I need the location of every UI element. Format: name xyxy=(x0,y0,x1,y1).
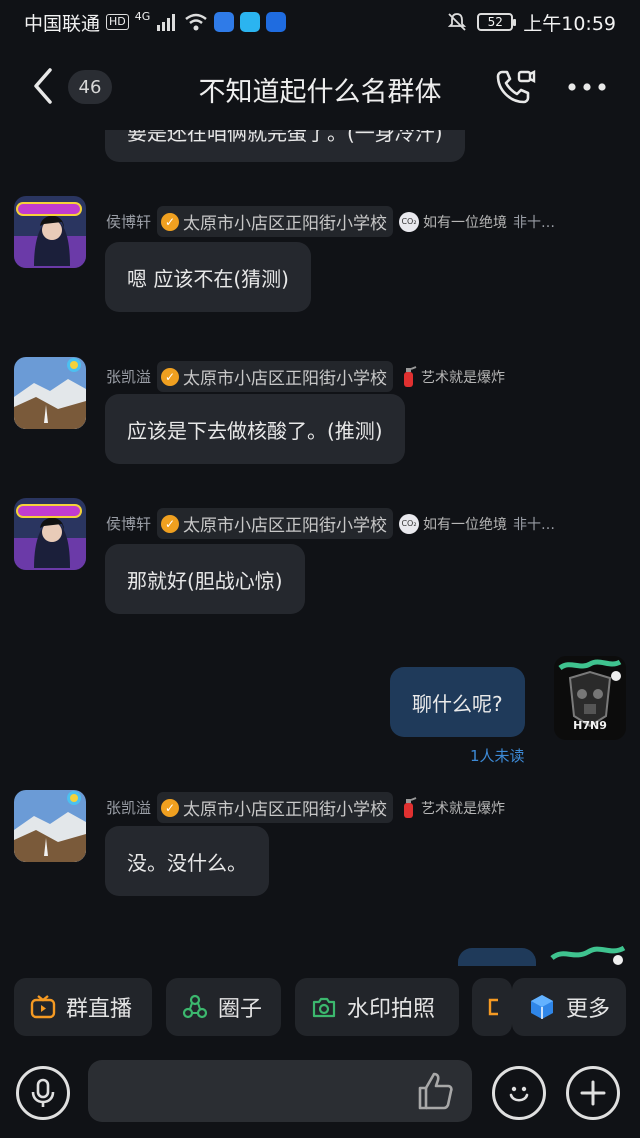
voice-button[interactable] xyxy=(16,1066,70,1120)
browser-app-icon xyxy=(240,12,261,32)
watermark-camera-button[interactable]: 水印拍照 xyxy=(295,978,459,1036)
self-avatar-partial[interactable] xyxy=(548,938,628,966)
signal-icon xyxy=(157,14,176,31)
honor-tag[interactable]: CO₂ 如有一位绝境 xyxy=(399,513,508,534)
sender-info: 张凯溢 ✓ 太原市小店区正阳街小学校 艺术就是爆炸 xyxy=(106,792,505,823)
group-live-button[interactable]: 群直播 xyxy=(14,978,152,1036)
message-bubble[interactable]: 要是还在咱俩就完蛋了。(一身冷汗) xyxy=(105,130,465,162)
co2-badge-icon: CO₂ xyxy=(399,513,420,534)
message-list[interactable]: 要是还在咱俩就完蛋了。(一身冷汗) 侯博轩 ✓ 太原市小店区正阳街小学校 CO₂ 如… xyxy=(0,130,640,966)
cube-icon xyxy=(531,995,553,1019)
carrier-label: 中国联通 xyxy=(24,12,101,35)
bulb-app-icon xyxy=(266,12,287,32)
honor-tag[interactable]: 艺术就是爆炸 xyxy=(399,796,506,819)
video-call-icon[interactable] xyxy=(494,66,536,108)
sender-info: 侯博轩 ✓ 太原市小店区正阳街小学校 CO₂ 如有一位绝境 非十… xyxy=(106,206,555,237)
honor-text: 如有一位绝境 xyxy=(423,214,508,231)
sender-info: 张凯溢 ✓ 太原市小店区正阳街小学校 艺术就是爆炸 xyxy=(106,361,505,392)
thumbs-up-icon[interactable] xyxy=(414,1070,456,1112)
message-bubble[interactable]: 应该是下去做核酸了。(推测) xyxy=(105,394,405,464)
school-tag[interactable]: ✓ 太原市小店区正阳街小学校 xyxy=(157,361,394,392)
sender-name[interactable]: 侯博轩 xyxy=(106,211,151,232)
verified-check-icon: ✓ xyxy=(161,367,180,386)
message-bubble[interactable]: 没。没什么。 xyxy=(105,826,269,896)
message-bubble-partial[interactable] xyxy=(458,948,536,966)
avatar[interactable] xyxy=(14,790,86,862)
sender-name[interactable]: 张凯溢 xyxy=(106,797,151,818)
school-name: 太原市小店区正阳街小学校 xyxy=(183,369,388,389)
camera-icon xyxy=(312,997,336,1018)
add-button[interactable] xyxy=(566,1066,620,1120)
honor-suffix: 非十… xyxy=(513,214,556,231)
verified-check-icon: ✓ xyxy=(161,212,180,231)
message-bubble[interactable]: 聊什么呢? xyxy=(390,667,525,737)
avatar[interactable] xyxy=(14,498,86,570)
verified-check-icon: ✓ xyxy=(161,798,180,817)
message-bubble[interactable]: 那就好(胆战心惊) xyxy=(105,544,305,614)
avatar-image-anime xyxy=(14,498,86,570)
avatar-image-landscape xyxy=(14,790,86,862)
battery-indicator: 52 xyxy=(477,13,517,31)
school-tag[interactable]: ✓ 太原市小店区正阳街小学校 xyxy=(157,206,394,237)
honor-text: 艺术就是爆炸 xyxy=(421,369,506,386)
school-tag[interactable]: ✓ 太原市小店区正阳街小学校 xyxy=(157,508,394,539)
toolbar-label: 群直播 xyxy=(66,997,133,1022)
emoji-button[interactable] xyxy=(492,1066,546,1120)
group-title[interactable]: 不知道起什么名群体 xyxy=(0,70,640,109)
partial-tool-button[interactable] xyxy=(472,978,512,1036)
more-options-icon[interactable] xyxy=(566,78,608,96)
toolbar-label: 圈子 xyxy=(218,997,263,1022)
honor-tag[interactable]: 艺术就是爆炸 xyxy=(399,365,506,388)
search-app-icon xyxy=(214,12,235,32)
school-name: 太原市小店区正阳街小学校 xyxy=(183,516,388,536)
chat-header: 46 不知道起什么名群体 xyxy=(0,44,640,130)
avatar[interactable] xyxy=(14,357,86,429)
message-bubble[interactable]: 嗯 应该不在(猜测) xyxy=(105,242,311,312)
hd-badge: HD xyxy=(106,14,129,30)
honor-tag[interactable]: CO₂ 如有一位绝境 xyxy=(399,211,508,232)
wifi-icon xyxy=(185,13,208,31)
avatar-image-landscape xyxy=(14,357,86,429)
partial-tool-icon xyxy=(488,998,498,1016)
circle-button[interactable]: 圈子 xyxy=(166,978,281,1036)
toolbar-label: 更多 xyxy=(566,997,611,1022)
sender-info: 侯博轩 ✓ 太原市小店区正阳街小学校 CO₂ 如有一位绝境 非十… xyxy=(106,508,555,539)
self-avatar[interactable]: H7N9 xyxy=(554,656,626,740)
school-name: 太原市小店区正阳街小学校 xyxy=(183,214,388,234)
co2-badge-icon: CO₂ xyxy=(399,211,420,232)
avatar[interactable] xyxy=(14,196,86,268)
smiley-icon xyxy=(509,1086,529,1102)
school-name: 太原市小店区正阳街小学校 xyxy=(183,800,388,820)
quick-action-bar: 群直播 圈子 水印拍照 更多 xyxy=(0,976,640,1040)
more-button[interactable]: 更多 xyxy=(512,978,626,1036)
circle-nodes-icon xyxy=(182,994,208,1019)
read-status[interactable]: 1人未读 xyxy=(470,745,525,766)
tv-icon xyxy=(30,995,56,1019)
honor-text: 如有一位绝境 xyxy=(423,516,508,533)
message-input-bar xyxy=(0,1050,640,1138)
toolbar-label: 水印拍照 xyxy=(347,997,436,1022)
clock: 上午10:59 xyxy=(523,12,616,35)
status-bar: 中国联通 HD 4G 52 上午10:59 xyxy=(0,0,640,44)
network-type: 4G xyxy=(134,9,151,23)
avatar-label: H7N9 xyxy=(573,719,607,732)
school-tag[interactable]: ✓ 太原市小店区正阳街小学校 xyxy=(157,792,394,823)
sender-name[interactable]: 侯博轩 xyxy=(106,513,151,534)
fire-extinguisher-icon xyxy=(404,365,417,387)
plus-icon xyxy=(580,1080,606,1106)
fire-extinguisher-icon xyxy=(404,796,417,818)
microphone-icon xyxy=(31,1078,55,1107)
avatar-image-anime xyxy=(14,196,86,268)
sender-name[interactable]: 张凯溢 xyxy=(106,366,151,387)
avatar-image-mask xyxy=(550,945,626,965)
mute-bell-icon xyxy=(448,13,467,31)
honor-text: 艺术就是爆炸 xyxy=(421,800,506,817)
honor-suffix: 非十… xyxy=(513,516,556,533)
verified-check-icon: ✓ xyxy=(161,514,180,533)
